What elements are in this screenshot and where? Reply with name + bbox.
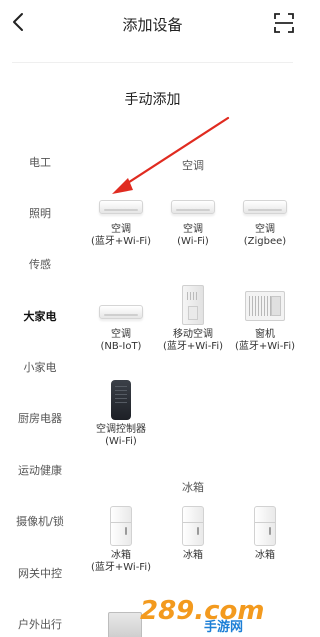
sidebar-item-camera-lock[interactable]: 摄像机/锁 [0, 515, 80, 529]
device-protocol: (蓝牙+Wi-Fi) [162, 341, 224, 352]
scan-icon [274, 13, 294, 33]
device-card[interactable]: 冰箱 [228, 502, 302, 562]
sidebar-item-major-appliance[interactable]: 大家电 [0, 310, 80, 324]
device-protocol: (蓝牙+Wi-Fi) [234, 341, 296, 352]
device-name: 移动空调 [173, 329, 213, 340]
device-protocol: (NB-IoT) [100, 341, 142, 352]
sidebar-item-outdoor[interactable]: 户外出行 [0, 618, 80, 632]
device-card[interactable]: 窗机 (蓝牙+Wi-Fi) [228, 281, 302, 353]
watermark-logo-icon: 289.com 手游网 [140, 596, 265, 633]
watermark-sub: 手游网 [204, 619, 243, 633]
device-protocol: (蓝牙+Wi-Fi) [90, 562, 152, 573]
device-name: 空调 [255, 224, 275, 235]
fridge-image [254, 506, 276, 546]
air-conditioner-image [99, 305, 143, 319]
header: 添加设备 [0, 0, 305, 48]
portable-ac-image [182, 285, 204, 325]
device-name: 空调 [183, 224, 203, 235]
fridge-image [182, 506, 204, 546]
device-name: 空调 [111, 329, 131, 340]
air-conditioner-image [99, 200, 143, 214]
device-name: 空调控制器 [96, 424, 146, 435]
device-card[interactable]: 空调 (Zigbee) [228, 176, 302, 248]
sidebar-item-sports-health[interactable]: 运动健康 [0, 464, 80, 478]
device-name: 冰箱 [111, 550, 131, 561]
section-heading: 手动添加 [124, 92, 181, 108]
device-card[interactable]: 冰箱 [156, 502, 230, 562]
sidebar-item-lighting[interactable]: 照明 [0, 207, 80, 221]
page-title: 添加设备 [122, 16, 183, 34]
scan-button[interactable] [273, 12, 295, 34]
device-card[interactable]: 空调 (Wi-Fi) [156, 176, 230, 248]
device-protocol: (Zigbee) [243, 236, 287, 247]
device-card[interactable]: 空调控制器 (Wi-Fi) [84, 374, 158, 448]
section-title-ac: 空调 [182, 159, 204, 172]
section-title-fridge: 冰箱 [182, 481, 204, 494]
air-conditioner-image [243, 200, 287, 214]
device-protocol: (蓝牙+Wi-Fi) [90, 236, 152, 247]
device-protocol: (Wi-Fi) [105, 436, 137, 447]
sidebar-item-gateway[interactable]: 网关中控 [0, 567, 80, 581]
sidebar-item-kitchen[interactable]: 厨房电器 [0, 412, 80, 426]
header-divider [12, 62, 293, 63]
device-name: 空调 [111, 224, 131, 235]
device-card[interactable]: 移动空调 (蓝牙+Wi-Fi) [156, 281, 230, 353]
device-protocol: (Wi-Fi) [177, 236, 209, 247]
device-card[interactable]: 空调 (蓝牙+Wi-Fi) [84, 176, 158, 248]
watermark-text: 289.com [140, 596, 265, 626]
sidebar-item-electrician[interactable]: 电工 [0, 156, 80, 170]
window-ac-image [245, 291, 285, 321]
device-card[interactable]: 冰箱 (蓝牙+Wi-Fi) [84, 502, 158, 574]
sidebar-item-small-appliance[interactable]: 小家电 [0, 361, 80, 375]
device-name: 窗机 [255, 329, 275, 340]
device-card[interactable]: 空调 (NB-IoT) [84, 281, 158, 353]
air-conditioner-image [171, 200, 215, 214]
fridge-image [110, 506, 132, 546]
device-name: 冰箱 [255, 550, 275, 561]
device-name: 冰箱 [183, 550, 203, 561]
ac-controller-image [111, 380, 131, 420]
sidebar-item-sensor[interactable]: 传感 [0, 258, 80, 272]
